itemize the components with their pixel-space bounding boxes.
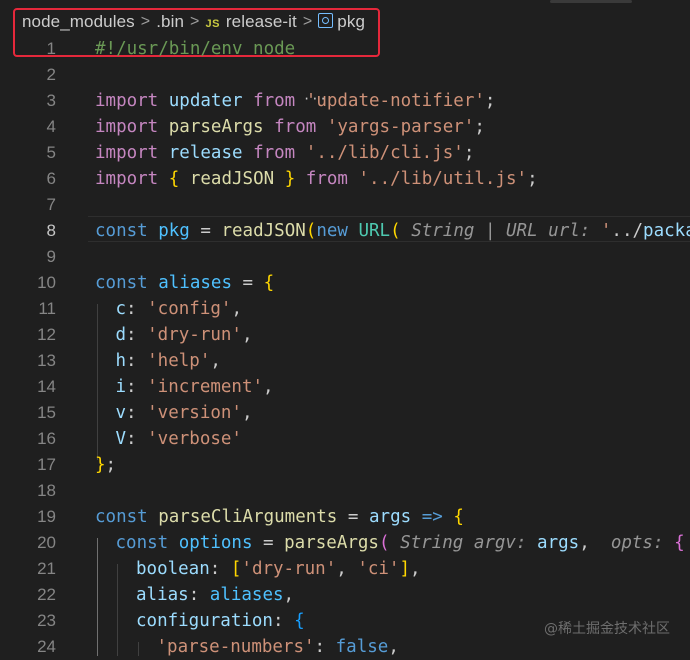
line-number: 19 [37,507,56,526]
code-text: import { readJSON } from '../lib/util.js… [95,169,538,189]
code-line[interactable]: 18 [0,478,690,504]
line-number: 3 [46,91,56,110]
code-line[interactable]: 20 const options = parseArgs( String argv… [0,530,690,556]
breadcrumb-separator: > [302,13,313,30]
code-text: import updater from 'update-notifier'; [95,91,496,111]
code-line[interactable]: 19 const parseCliArguments = args => { [0,504,690,530]
line-number: 7 [46,195,56,214]
breadcrumb-item-release-it[interactable]: JS release-it [205,12,296,32]
line-number: 20 [37,533,56,552]
line-number: 11 [38,299,56,318]
line-number: 24 [37,637,56,656]
breadcrumb: node_modules > .bin > JS release-it > pkg [0,8,690,36]
code-line[interactable]: 12 d: 'dry-run', [0,322,690,348]
line-number: 6 [46,169,56,188]
line-number: 18 [37,481,56,500]
breadcrumb-symbol-label: pkg [337,12,366,31]
javascript-file-icon: JS [205,18,220,30]
breadcrumb-separator: > [140,13,151,30]
code-text: const options = parseArgs( String argv: … [115,533,685,553]
code-line[interactable]: 21 boolean: ['dry-run', 'ci'], [0,556,690,582]
line-number: 17 [37,455,56,474]
breadcrumb-item-bin[interactable]: .bin [156,12,184,32]
editor-top-bar [0,0,690,8]
line-number: 21 [37,559,56,578]
code-line[interactable]: 1 #!/usr/bin/env node [0,36,690,62]
line-number: 13 [37,351,56,370]
code-line[interactable]: 16 V: 'verbose' [0,426,690,452]
code-line[interactable]: 3 import updater from 'update-notifier'; [0,88,690,114]
code-line[interactable]: 17}; [0,452,690,478]
line-number: 4 [46,117,56,136]
code-editor[interactable]: ··· 1 #!/usr/bin/env node 2 3 import updater… [0,36,690,657]
breadcrumb-file-label: release-it [225,12,297,31]
code-text: v: 'version', [115,403,253,423]
line-number: 23 [37,611,56,630]
code-text: alias: aliases, [136,585,295,605]
variable-symbol-icon [318,13,334,28]
code-line[interactable]: 2 [0,62,690,88]
breadcrumb-item-pkg[interactable]: pkg [318,12,365,32]
line-number: 12 [37,325,56,344]
code-line[interactable]: 11 c: 'config', [0,296,690,322]
line-number: 9 [46,247,56,266]
code-text: const parseCliArguments = args => { [95,507,464,527]
code-text: const pkg = readJSON(new URL( String | U… [95,221,690,241]
code-line[interactable]: 9 [0,244,690,270]
watermark: @稀土掘金技术社区 [544,621,670,637]
code-text: d: 'dry-run', [115,325,253,345]
code-line[interactable]: 15 v: 'version', [0,400,690,426]
code-text: boolean: ['dry-run', 'ci'], [136,559,421,579]
code-line[interactable]: 5 import release from '../lib/cli.js'; [0,140,690,166]
line-number: 2 [46,65,56,84]
code-text: import parseArgs from 'yargs-parser'; [95,117,485,137]
code-text: i: 'increment', [115,377,274,397]
code-text: const aliases = { [95,273,275,293]
code-line[interactable]: 4 import parseArgs from 'yargs-parser'; [0,114,690,140]
code-line[interactable]: 7 [0,192,690,218]
code-text: import release from '../lib/cli.js'; [95,143,475,163]
line-number: 1 [46,39,56,58]
code-text: h: 'help', [115,351,221,371]
code-line[interactable]: 22 alias: aliases, [0,582,690,608]
breadcrumb-item-node-modules[interactable]: node_modules [22,12,135,32]
code-line[interactable]: 6 import { readJSON } from '../lib/util.j… [0,166,690,192]
breadcrumb-separator: > [190,13,200,30]
horizontal-scrollbar[interactable] [550,0,632,3]
code-text: 'parse-numbers': false, [156,637,399,657]
line-number: 5 [46,143,56,162]
line-number: 22 [37,585,56,604]
line-number: 10 [37,273,56,292]
line-number: 16 [37,429,56,448]
code-text: #!/usr/bin/env node [95,39,296,59]
code-line[interactable]: 8 const pkg = readJSON(new URL( String | … [0,218,690,244]
code-text: }; [95,455,117,475]
code-line[interactable]: 14 i: 'increment', [0,374,690,400]
line-number: 14 [37,377,56,396]
line-number: 8 [46,221,56,240]
code-text: c: 'config', [115,299,242,319]
line-number: 15 [37,403,56,422]
code-line[interactable]: 13 h: 'help', [0,348,690,374]
code-line[interactable]: 10 const aliases = { [0,270,690,296]
code-text: V: 'verbose' [115,429,242,449]
code-text: configuration: { [136,611,305,631]
